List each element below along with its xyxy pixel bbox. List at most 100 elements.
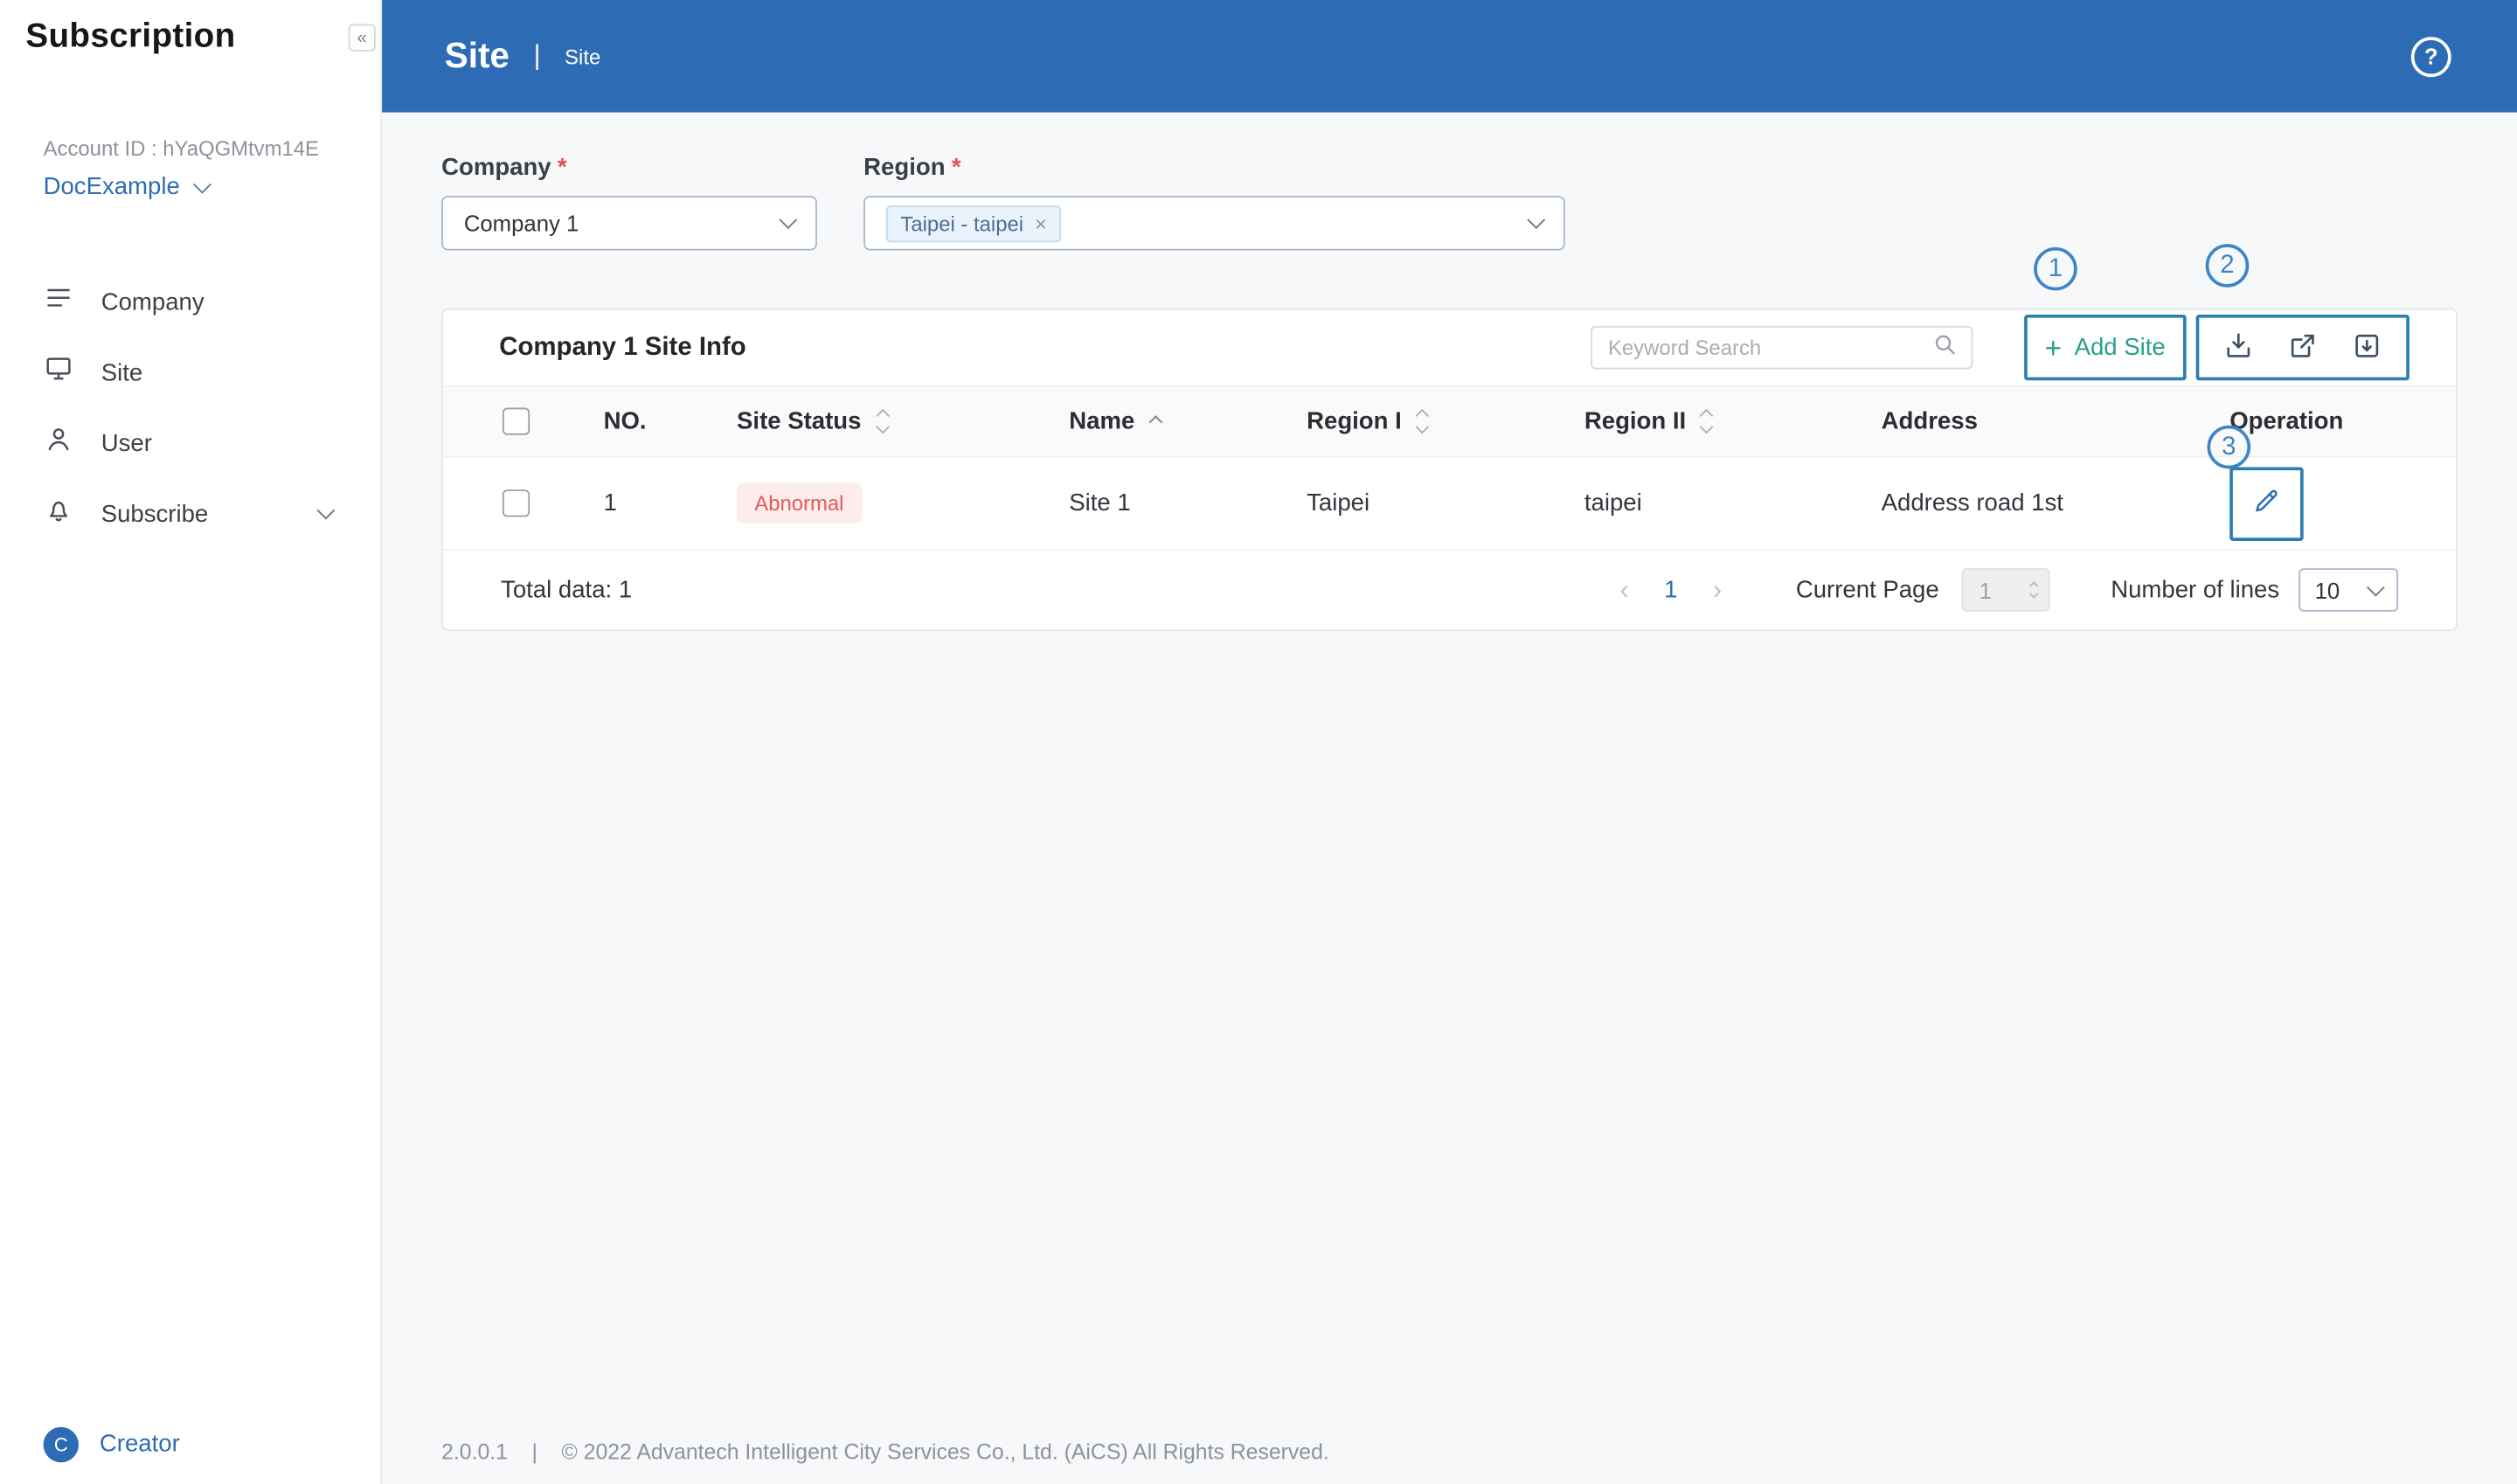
- select-all-checkbox[interactable]: [502, 407, 530, 435]
- cell-site-status: Abnormal: [737, 482, 1069, 524]
- edit-pencil-icon: [2252, 487, 2281, 521]
- next-page-button[interactable]: ›: [1713, 574, 1722, 607]
- current-user[interactable]: C Creator: [43, 1425, 180, 1462]
- region-label: Region *: [863, 154, 1565, 181]
- cell-operation: [2229, 466, 2456, 541]
- avatar: C: [43, 1425, 79, 1462]
- annotation-box-1: + Add Site: [2023, 314, 2187, 381]
- edit-button[interactable]: [2252, 487, 2281, 521]
- sidebar-item-company[interactable]: Company: [0, 267, 380, 337]
- status-badge: Abnormal: [737, 482, 862, 524]
- sort-icon[interactable]: [1415, 408, 1430, 434]
- chevron-down-icon: [193, 174, 211, 193]
- copyright-label: © 2022 Advantech Intelligent City Servic…: [561, 1439, 1329, 1464]
- row-number: 1: [603, 489, 617, 517]
- company-icon: [44, 282, 74, 321]
- company-label-text: Company: [441, 154, 551, 182]
- lines-per-page-select[interactable]: 10: [2299, 568, 2399, 612]
- company-filter: Company * Company 1: [441, 154, 817, 251]
- search-input[interactable]: [1607, 335, 1932, 360]
- sidebar-item-label: Company: [101, 288, 205, 316]
- company-select[interactable]: Company 1: [441, 196, 817, 251]
- download-icon: [2352, 329, 2382, 364]
- search-icon[interactable]: [1932, 331, 1957, 364]
- annotation-circle-2: 2: [2205, 244, 2250, 288]
- add-site-button[interactable]: + Add Site: [2045, 333, 2166, 362]
- user-icon: [44, 424, 74, 462]
- import-button[interactable]: [2223, 329, 2254, 364]
- lines-per-page-value: 10: [2314, 577, 2340, 603]
- region-tags: Taipei - taipei ×: [885, 205, 1530, 242]
- export-icon: [2287, 329, 2318, 364]
- sidebar: Subscription « Account ID : hYaQGMtvm14E…: [0, 0, 383, 1484]
- title-separator: |: [533, 39, 541, 71]
- table-row: 1 Abnormal Site 1 Taipei taipei Address …: [442, 457, 2457, 551]
- site-icon: [44, 353, 74, 392]
- filters: Company * Company 1 Region * Taipei - ta…: [441, 154, 2458, 251]
- column-no: NO.: [604, 408, 737, 435]
- tag-remove-icon[interactable]: ×: [1035, 212, 1047, 236]
- download-button[interactable]: [2352, 329, 2382, 364]
- sidebar-item-label: Subscribe: [101, 500, 209, 528]
- sidebar-item-label: Site: [101, 358, 143, 386]
- sort-icon[interactable]: [875, 408, 890, 434]
- current-page-input[interactable]: 1: [1961, 568, 2050, 612]
- sidebar-item-site[interactable]: Site: [0, 337, 380, 408]
- row-checkbox-cell: [443, 489, 604, 517]
- sidebar-collapse-button[interactable]: «: [348, 24, 376, 52]
- previous-page-button[interactable]: ‹: [1619, 574, 1628, 607]
- plus-icon: +: [2044, 331, 2062, 364]
- account-block: Account ID : hYaQGMtvm14E DocExample: [44, 136, 319, 200]
- sort-icon[interactable]: [1700, 408, 1714, 434]
- main-area: Site | Site ? Company * Company 1 Region…: [382, 0, 2517, 1484]
- region-tag: Taipei - taipei ×: [885, 205, 1062, 242]
- breadcrumb: Site: [565, 44, 601, 69]
- help-icon[interactable]: ?: [2410, 36, 2451, 77]
- region-tag-text: Taipei - taipei: [900, 211, 1024, 236]
- table-header: NO. Site Status Name Region I Region II …: [442, 385, 2457, 458]
- column-address: Address: [1882, 408, 2230, 435]
- sidebar-item-subscribe[interactable]: Subscribe: [0, 478, 380, 549]
- column-label: Name: [1069, 407, 1135, 435]
- site-name: Site 1: [1069, 489, 1131, 517]
- column-site-status[interactable]: Site Status: [737, 408, 1069, 435]
- page-footer: 2.0.0.1 | © 2022 Advantech Intelligent C…: [441, 1439, 1329, 1464]
- sort-ascending-icon[interactable]: [1148, 414, 1162, 428]
- row-checkbox[interactable]: [502, 489, 530, 517]
- chevron-down-icon: [2366, 577, 2385, 596]
- region-multiselect[interactable]: Taipei - taipei ×: [863, 196, 1565, 251]
- column-name[interactable]: Name: [1069, 408, 1307, 435]
- pager: ‹ 1 ›: [1619, 574, 1722, 607]
- total-data-label: Total data: 1: [501, 576, 633, 604]
- region-1-value: Taipei: [1307, 489, 1370, 517]
- content: Company * Company 1 Region * Taipei - ta…: [382, 154, 2517, 631]
- page-number[interactable]: 1: [1664, 576, 1677, 603]
- annotation-box-3: [2229, 466, 2304, 541]
- current-page-label: Current Page: [1795, 576, 1939, 604]
- stepper-icon[interactable]: [2028, 581, 2039, 599]
- column-label: Region II: [1584, 407, 1687, 435]
- annotation-circle-3: 3: [2207, 425, 2251, 469]
- table-footer: Total data: 1 ‹ 1 › Current Page 1 Numbe…: [443, 551, 2456, 629]
- footer-separator: |: [531, 1439, 537, 1464]
- version-label: 2.0.0.1: [441, 1439, 508, 1464]
- cell-name: Site 1: [1069, 489, 1307, 517]
- export-button[interactable]: [2287, 329, 2318, 364]
- column-label: NO.: [603, 407, 647, 435]
- page-header: Site | Site ?: [382, 0, 2517, 113]
- column-label: Site Status: [737, 407, 862, 435]
- account-switcher[interactable]: DocExample: [44, 173, 319, 201]
- column-label: Operation: [2229, 407, 2344, 435]
- column-region-2[interactable]: Region II: [1584, 408, 1882, 435]
- chevron-down-icon: [316, 501, 336, 520]
- sidebar-item-user[interactable]: User: [0, 408, 380, 479]
- column-region-1[interactable]: Region I: [1307, 408, 1584, 435]
- add-site-label: Add Site: [2074, 334, 2166, 362]
- company-select-value: Company 1: [463, 210, 579, 236]
- current-user-name: Creator: [99, 1430, 180, 1458]
- annotation-circle-1: 1: [2034, 246, 2077, 291]
- account-id-label: Account ID : hYaQGMtvm14E: [43, 136, 319, 161]
- sidebar-menu: Company Site User Subscribe: [0, 267, 380, 549]
- column-label: Address: [1881, 407, 1978, 435]
- app: Subscription « Account ID : hYaQGMtvm14E…: [0, 0, 2517, 1484]
